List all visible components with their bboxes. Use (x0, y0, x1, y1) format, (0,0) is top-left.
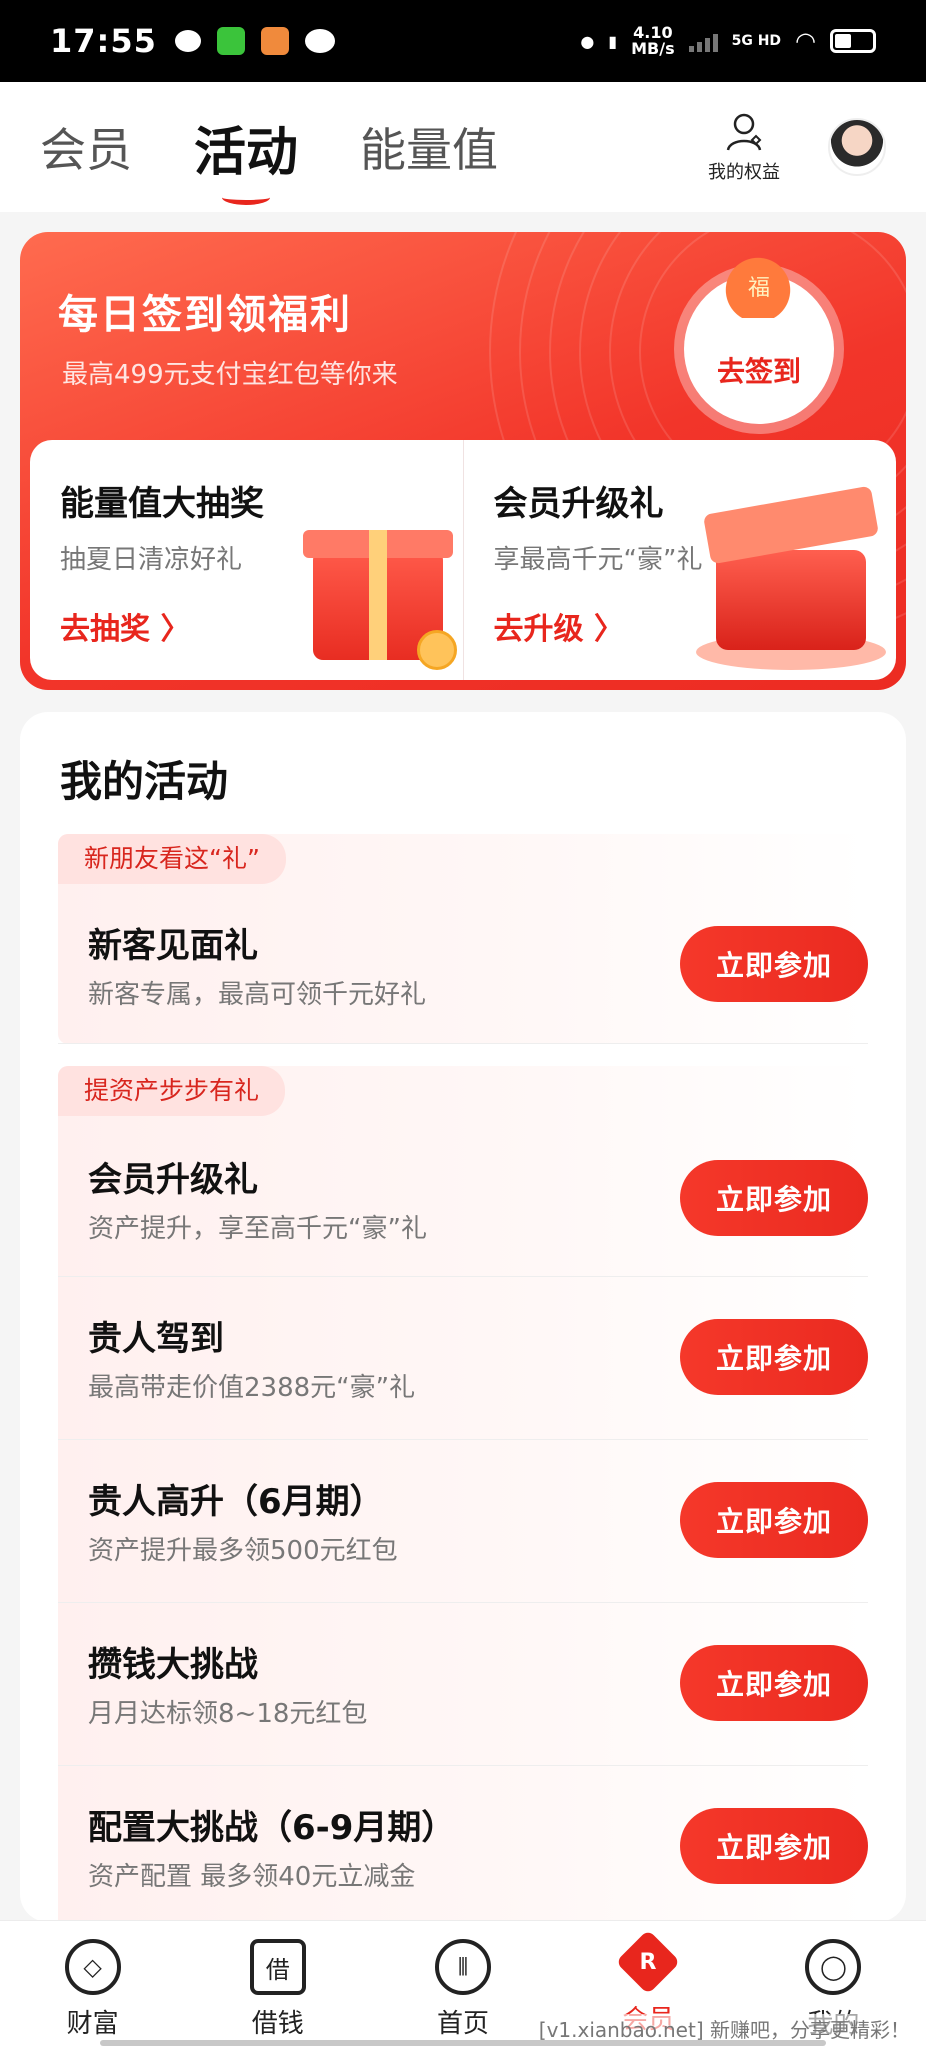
join-button[interactable]: 立即参加 (680, 1160, 868, 1236)
my-rights-label: 我的权益 (708, 162, 780, 183)
activity-row: 贵人驾到 最高带走价值2388元“豪”礼 立即参加 (58, 1277, 868, 1440)
status-time: 17:55 (50, 22, 157, 60)
wechat-icon (304, 29, 335, 53)
member-icon: R (615, 1929, 681, 1995)
home-indicator[interactable] (100, 2040, 826, 2046)
diamond-icon: ◇ (64, 1939, 121, 1995)
activity-title: 贵人高升（6月期） (88, 1482, 384, 1522)
my-rights-button[interactable]: 我的权益 (708, 110, 780, 184)
service-avatar[interactable] (828, 118, 886, 176)
daily-signin-banner[interactable]: 每日签到领福利 最高499元支付宝红包等你来 福 去签到 能量值大抽奖 抽夏日清… (20, 232, 906, 690)
iqiyi-icon (216, 27, 245, 55)
nav-wealth[interactable]: ◇ 财富 (0, 1921, 185, 2048)
status-bar: 17:55 ● ▮ 4.10 MB/s 5G HD ◠ (0, 0, 926, 82)
activity-title: 贵人驾到 (88, 1319, 224, 1359)
top-header: 会员 活动 能量值 我的权益 (0, 82, 926, 212)
wifi-icon: ◠ (795, 27, 816, 55)
activity-subtitle: 新客专属，最高可领千元好礼 (88, 980, 427, 1010)
watermark: [v1.xianbao.net] 新赚吧，分享更精彩！ (538, 2014, 910, 2043)
signal-icon (688, 30, 718, 52)
battery-icon (830, 29, 876, 53)
activity-subtitle: 资产提升，享至高千元“豪”礼 (88, 1214, 427, 1244)
activity-title: 新客见面礼 (88, 926, 258, 966)
activity-group-newcomer: 新朋友看这“礼” 新客见面礼 新客专属，最高可领千元好礼 立即参加 (58, 834, 868, 1044)
activity-subtitle: 最高带走价值2388元“豪”礼 (88, 1373, 416, 1403)
lucky-bag-icon: 福 (718, 248, 798, 318)
join-button[interactable]: 立即参加 (680, 926, 868, 1002)
signin-subtitle: 最高499元支付宝红包等你来 (62, 360, 398, 390)
activity-group-assets: 提资产步步有礼 会员升级礼 资产提升，享至高千元“豪”礼 立即参加 贵人驾到 最… (58, 1066, 868, 1922)
activity-title: 会员升级礼 (88, 1160, 258, 1200)
activity-row: 会员升级礼 资产提升，享至高千元“豪”礼 立即参加 (58, 1066, 868, 1277)
activity-row: 攒钱大挑战 月月达标领8~18元红包 立即参加 (58, 1603, 868, 1766)
person-icon: ◯ (805, 1939, 862, 1995)
activity-title: 攒钱大挑战 (88, 1645, 258, 1685)
join-button[interactable]: 立即参加 (680, 1482, 868, 1558)
rights-person-icon (726, 113, 762, 151)
home-icon: ⦀ (435, 1939, 491, 1995)
nav-borrow[interactable]: 借 借钱 (185, 1921, 370, 2048)
signin-title: 每日签到领福利 (58, 292, 352, 338)
signin-button-label: 去签到 (716, 355, 801, 388)
activity-subtitle: 资产配置 最多领40元立减金 (88, 1862, 416, 1892)
upgrade-card[interactable]: 会员升级礼 享最高千元“豪”礼 去升级 〉 (462, 440, 897, 680)
tab-activities[interactable]: 活动 (194, 110, 298, 205)
notification-icons (174, 27, 335, 55)
promo-cards: 能量值大抽奖 抽夏日清凉好礼 去抽奖 〉 会员升级礼 享最高千元“豪”礼 去升级… (30, 440, 896, 680)
tab-energy[interactable]: 能量值 (360, 114, 498, 180)
join-button[interactable]: 立即参加 (680, 1808, 868, 1884)
location-icon: ● (580, 31, 595, 51)
vibrate-icon: ▮ (608, 31, 618, 51)
activity-row: 贵人高升（6月期） 资产提升最多领500元红包 立即参加 (58, 1440, 868, 1603)
tab-member[interactable]: 会员 (40, 114, 132, 180)
join-button[interactable]: 立即参加 (680, 1319, 868, 1395)
nav-label: 首页 (437, 2009, 490, 2039)
activity-title: 配置大挑战（6-9月期） (88, 1808, 456, 1848)
section-title: 我的活动 (60, 757, 229, 806)
net-speed: 4.10 MB/s (631, 23, 675, 58)
header-actions: 我的权益 (708, 110, 886, 184)
app-icon (260, 27, 289, 55)
borrow-icon: 借 (249, 1939, 306, 1995)
chat-bubble-icon (174, 30, 201, 52)
activity-subtitle: 月月达标领8~18元红包 (88, 1699, 368, 1729)
join-button[interactable]: 立即参加 (680, 1645, 868, 1721)
activity-subtitle: 资产提升最多领500元红包 (88, 1536, 398, 1566)
system-icons: ● ▮ 4.10 MB/s 5G HD ◠ (580, 25, 876, 57)
activity-row: 配置大挑战（6-9月期） 资产配置 最多领40元立减金 立即参加 (58, 1766, 868, 1922)
my-activities-section: 我的活动 新朋友看这“礼” 新客见面礼 新客专属，最高可领千元好礼 立即参加 提… (20, 712, 906, 1922)
lottery-title: 能量值大抽奖 (60, 484, 264, 524)
network-type: 5G HD (731, 33, 782, 49)
signin-button[interactable]: 福 去签到 (684, 248, 834, 424)
lottery-card[interactable]: 能量值大抽奖 抽夏日清凉好礼 去抽奖 〉 (30, 440, 463, 680)
open-gift-icon (716, 550, 866, 650)
nav-home[interactable]: ⦀ 首页 (370, 1921, 555, 2048)
nav-label: 借钱 (251, 2009, 304, 2039)
activity-row: 新客见面礼 新客专属，最高可领千元好礼 立即参加 (58, 834, 868, 1044)
coin-icon (416, 630, 457, 670)
nav-label: 财富 (66, 2009, 119, 2039)
